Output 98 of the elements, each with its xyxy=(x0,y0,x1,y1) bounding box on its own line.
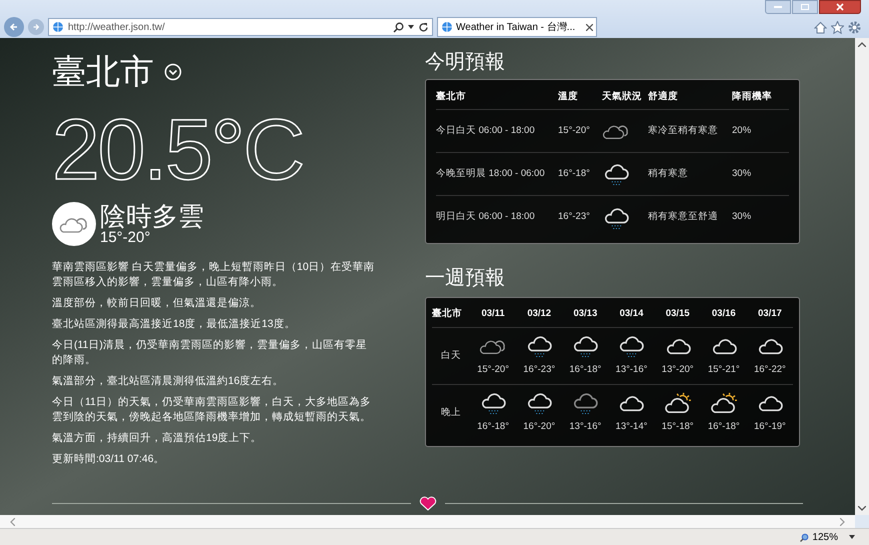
column-header: 03/11 xyxy=(481,307,505,322)
column-header: 03/17 xyxy=(758,307,782,322)
paragraph: 氣溫部分，臺北站區清晨測得低溫約16度左右。 xyxy=(52,374,285,389)
forward-arrow-icon xyxy=(32,23,40,31)
heart-icon[interactable] xyxy=(418,496,436,510)
column-header: 03/15 xyxy=(666,307,690,322)
table-cell-text: 20% xyxy=(732,124,752,138)
table-cell-text: 16°-19° xyxy=(754,420,786,434)
column-header: 臺北市 xyxy=(432,307,463,322)
url-text: http://weather.json.tw/ xyxy=(68,20,166,34)
row-label: 晚上 xyxy=(441,406,461,420)
column-header: 臺北市 xyxy=(436,90,467,104)
minimize-button[interactable] xyxy=(765,0,791,14)
condition-text: 陰時多雲 xyxy=(100,202,204,230)
paragraph: 臺北站區測得最高溫接近18度，最低溫接近13度。 xyxy=(52,317,296,332)
search-icon[interactable] xyxy=(393,22,404,32)
browser-tab[interactable]: Weather in Taiwan - 台灣... xyxy=(437,17,597,37)
back-button[interactable] xyxy=(4,17,24,37)
rain-cloud-icon xyxy=(525,392,554,414)
column-header: 天氣狀況 xyxy=(602,90,643,104)
close-icon xyxy=(836,3,844,11)
table-cell-text: 16°-18° xyxy=(558,166,591,181)
sun-cloud-icon xyxy=(710,392,738,414)
column-header: 03/16 xyxy=(712,307,736,322)
table-cell-text: 今日白天 06:00 - 18:00 xyxy=(436,124,536,138)
table-cell-text: 30% xyxy=(732,166,752,181)
section-title: 一週預報 xyxy=(425,266,506,291)
horizontal-scrollbar[interactable] xyxy=(0,515,855,528)
rain-cloud-icon xyxy=(571,392,600,414)
table-cell-text: 13°-16° xyxy=(616,362,648,377)
column-header: 溫度 xyxy=(558,90,579,104)
scroll-right-icon[interactable] xyxy=(840,518,845,526)
column-header: 降雨機率 xyxy=(732,90,773,104)
paragraph: 溫度部份，較前日回暖，但氣溫還是偏涼。 xyxy=(52,296,262,311)
globe-icon xyxy=(52,21,64,33)
table-cell-text: 15°-18° xyxy=(662,420,694,434)
refresh-icon[interactable] xyxy=(418,22,429,32)
table-cell-text: 今晚至明晨 18:00 - 06:00 xyxy=(436,166,546,181)
table-cell-text: 13°-14° xyxy=(616,420,648,434)
star-icon[interactable] xyxy=(831,20,844,34)
address-bar[interactable]: http://weather.json.tw/ xyxy=(48,18,433,36)
scroll-down-icon[interactable] xyxy=(858,506,866,511)
column-header: 03/13 xyxy=(573,307,598,322)
scroll-up-icon[interactable] xyxy=(858,42,866,47)
table-cell-text: 16°-18° xyxy=(477,420,510,434)
paragraph: 氣溫方面，持續回升，高溫預估19度上下。 xyxy=(52,431,263,446)
section-title: 今明預報 xyxy=(425,50,506,75)
rain-cloud-icon xyxy=(602,163,630,185)
rain-cloud-icon xyxy=(617,334,646,357)
home-icon[interactable] xyxy=(814,20,827,34)
table-cell-text: 16°-23° xyxy=(523,362,556,377)
magnifier-icon xyxy=(800,532,810,542)
table-cell-text: 16°-18° xyxy=(569,362,602,377)
rain-cloud-icon xyxy=(479,392,508,414)
table-cell-text: 稍有寒意至舒適 xyxy=(648,210,719,224)
close-button[interactable] xyxy=(819,0,861,14)
row-label: 白天 xyxy=(441,348,461,363)
dropdown-caret-icon[interactable] xyxy=(408,25,414,29)
close-icon[interactable] xyxy=(586,24,593,30)
table-cell-text: 明日白天 06:00 - 18:00 xyxy=(436,210,536,224)
table-cell-text: 16°-18° xyxy=(708,420,740,434)
sun-cloud-icon xyxy=(664,392,692,414)
column-header: 03/14 xyxy=(620,307,644,322)
paragraph: 今日(11日)清晨，仍受華南雲雨區的影響，雲量偏多，山區有零星的降雨。 xyxy=(52,338,368,368)
table-cell-text: 15°-21° xyxy=(708,362,740,377)
chevron-down-icon[interactable] xyxy=(164,63,182,81)
rain-cloud-icon xyxy=(602,206,630,228)
maximize-icon xyxy=(801,4,809,10)
rain-cloud-icon xyxy=(571,334,600,357)
current-temperature: 20.5°C xyxy=(52,101,304,200)
table-cell-text: 16°-20° xyxy=(523,420,556,434)
paragraph: 今日（11日）的天氣，仍受華南雲雨區影響，白天，大多地區為多雲到陰的天氣，傍晚起各地區降雨機率增加，轉成短暫雨的天氣。 xyxy=(52,395,372,425)
scroll-left-icon[interactable] xyxy=(10,518,15,526)
table-cell-text: 寒冷至稍有寒意 xyxy=(648,124,719,138)
paragraph: 更新時間:03/11 07:46。 xyxy=(52,452,166,467)
column-header: 03/12 xyxy=(527,307,552,322)
zoom-level[interactable]: 125% xyxy=(812,530,838,544)
table-cell-text: 稍有寒意 xyxy=(648,166,689,181)
temperature-range: 15°-20° xyxy=(100,230,152,246)
table-cell-text: 16°-23° xyxy=(558,210,591,224)
table-cell-text: 16°-22° xyxy=(754,362,786,377)
back-arrow-icon xyxy=(9,22,19,32)
minimize-icon xyxy=(774,6,782,8)
caret-icon[interactable] xyxy=(849,535,855,539)
table-cell-text: 13°-20° xyxy=(662,362,694,377)
column-header: 舒適度 xyxy=(648,90,679,104)
table-cell-text: 13°-16° xyxy=(569,420,602,434)
paragraph: 華南雲雨區影響 白天雲量偏多，晚上短暫雨昨日（10日）在受華南雲雨區移入的影響，雲量偏多，山區有降小雨。 xyxy=(52,260,375,290)
settings-icon[interactable] xyxy=(848,20,861,34)
rain-cloud-icon xyxy=(525,334,554,357)
vertical-scrollbar[interactable] xyxy=(855,38,869,515)
tab-title: Weather in Taiwan - 台灣... xyxy=(456,20,576,34)
table-cell-text: 30% xyxy=(732,210,752,224)
table-cell-text: 15°-20° xyxy=(558,124,591,138)
table-cell-text: 15°-20° xyxy=(477,362,510,377)
globe-icon xyxy=(441,21,453,33)
city-name: 臺北市 xyxy=(52,52,154,93)
maximize-button[interactable] xyxy=(792,0,818,14)
